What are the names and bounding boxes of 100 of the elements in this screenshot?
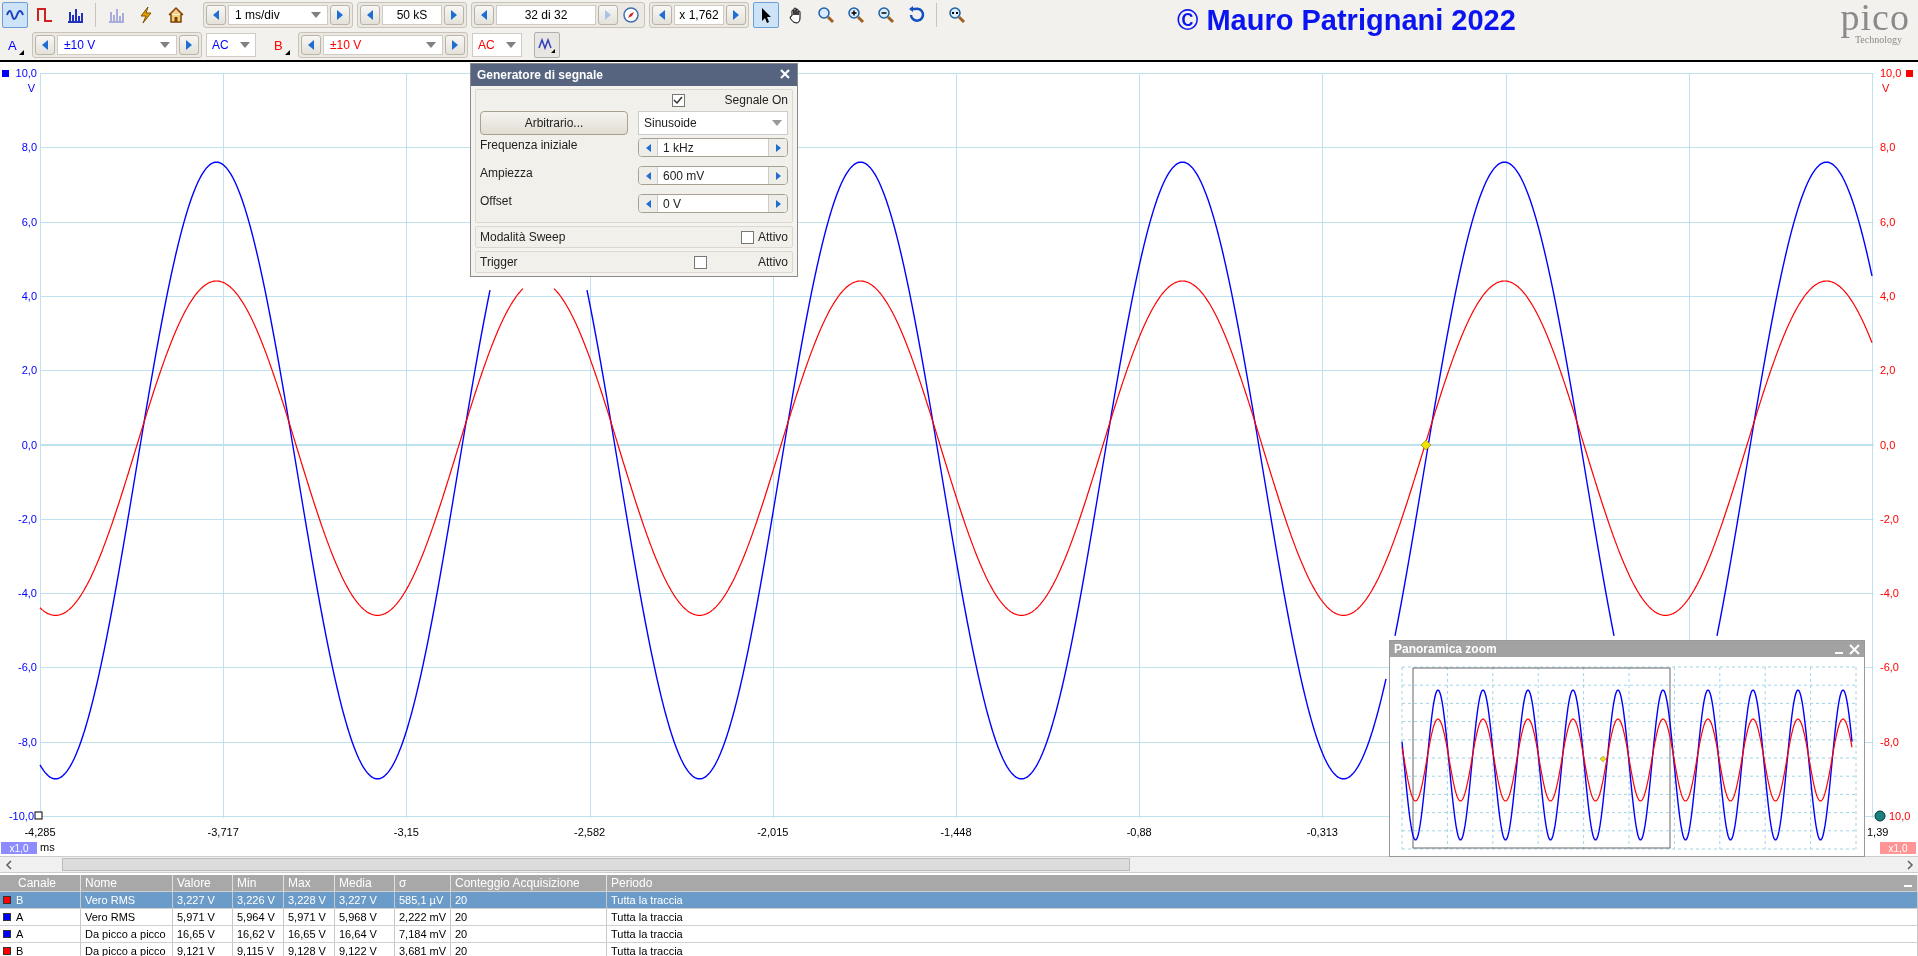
previous-button[interactable]	[301, 35, 321, 55]
value-field[interactable]: 1 ms/div	[228, 5, 328, 25]
value-field[interactable]: 32 di 32	[496, 5, 596, 25]
axis-label: -2,582	[574, 826, 606, 838]
table-cell: 9,128 V	[284, 943, 335, 956]
value-field[interactable]: 0 V	[638, 194, 788, 213]
horizontal-scrollbar[interactable]	[0, 856, 1918, 873]
compass-icon	[622, 6, 640, 24]
signal-generator-icon	[538, 36, 556, 54]
next-button[interactable]	[726, 5, 746, 25]
axis-label: -0,88	[1126, 826, 1152, 838]
caret-icon	[240, 42, 250, 48]
previous-button[interactable]	[360, 5, 380, 25]
previous-button[interactable]	[639, 195, 657, 212]
channel-button[interactable]: A	[2, 32, 28, 58]
range-dropdown[interactable]: ±10 V	[323, 35, 443, 55]
table-cell: Vero RMS	[81, 892, 173, 908]
table-cell: 3,681 mV	[395, 943, 451, 956]
copyright-text: © Mauro Patrignani 2022	[1177, 4, 1516, 37]
table-cell: 3,227 V	[173, 892, 233, 908]
axis-label: 4,0	[1880, 289, 1896, 302]
table-cell: 20	[451, 943, 607, 956]
home-icon	[167, 6, 185, 24]
checkbox[interactable]	[693, 255, 707, 269]
channel-button[interactable]: B	[268, 32, 294, 58]
section-label: Trigger	[480, 255, 518, 269]
table-cell: 20	[451, 892, 607, 908]
table-cell: 5,971 V	[173, 909, 233, 925]
close-button[interactable]	[1849, 643, 1860, 655]
coupling-dropdown[interactable]: AC	[206, 33, 256, 57]
axis-label: -8,0	[1880, 735, 1899, 748]
checkbox-label: Segnale On	[724, 93, 788, 107]
next-button[interactable]	[179, 35, 199, 55]
zoom-fit-icon	[948, 6, 966, 24]
table-cell: 16,64 V	[335, 926, 395, 942]
table-cell: B	[16, 894, 24, 906]
range-dropdown[interactable]: ±10 V	[57, 35, 177, 55]
axis-label: 8,0	[21, 141, 37, 154]
checkbox[interactable]	[671, 93, 685, 107]
previous-button[interactable]	[639, 167, 657, 184]
axis-label: 10,0	[1880, 67, 1902, 79]
previous-button[interactable]	[639, 139, 657, 156]
scrollbar-thumb[interactable]	[62, 858, 1130, 871]
table-cell: 585,1 µV	[395, 892, 451, 908]
table-cell: 16,65 V	[173, 926, 233, 942]
panel-title: Panoramica zoom	[1394, 642, 1497, 656]
view-mode-button[interactable]	[2, 2, 28, 28]
table-row[interactable]: A Da picco a picco 16,65 V 16,62 V 16,65 V 16,64 V 7,184 mV 20 Tutta la traccia	[0, 926, 1918, 943]
value-field[interactable]: 600 mV	[638, 166, 788, 185]
table-cell: 9,122 V	[335, 943, 395, 956]
next-button[interactable]	[444, 5, 464, 25]
trigger-marker-icon	[1599, 755, 1607, 763]
axis-label: -0,313	[1306, 826, 1338, 838]
axis-label: -4,0	[1880, 587, 1899, 600]
previous-button[interactable]	[652, 5, 672, 25]
table-cell: Da picco a picco	[81, 926, 173, 942]
value-field[interactable]: x 1,762	[674, 5, 724, 25]
signal-generator-button[interactable]	[534, 32, 560, 58]
caret-icon	[311, 12, 321, 18]
zoom-viewport-frame[interactable]	[1412, 667, 1671, 849]
axis-label: -2,0	[18, 512, 37, 525]
axis-label: -1,448	[940, 826, 972, 838]
waveform-dropdown[interactable]: Sinusoide	[638, 111, 788, 135]
tool-button[interactable]	[753, 2, 779, 28]
table-cell: 2,222 mV	[395, 909, 451, 925]
next-button[interactable]	[769, 195, 787, 212]
value-field[interactable]: 1 kHz	[638, 138, 788, 157]
caret-icon	[506, 42, 516, 48]
previous-button[interactable]	[206, 5, 226, 25]
trigger-marker-icon[interactable]	[1420, 439, 1432, 451]
next-button[interactable]	[769, 167, 787, 184]
close-icon	[1849, 643, 1860, 655]
next-button[interactable]	[769, 139, 787, 156]
table-cell: 16,65 V	[284, 926, 335, 942]
ruler-handle-icon[interactable]	[34, 811, 43, 820]
axis-unit: V	[27, 82, 35, 94]
axis-label: -4,285	[24, 826, 56, 838]
next-button[interactable]	[445, 35, 465, 55]
axis-label: -3,15	[393, 826, 419, 838]
table-cell: 3,227 V	[335, 892, 395, 908]
axis-label: -6,0	[1880, 661, 1899, 674]
table-row[interactable]: A Vero RMS 5,971 V 5,964 V 5,971 V 5,968 V 2,222 mV 20 Tutta la traccia	[0, 909, 1918, 926]
table-cell: 3,228 V	[284, 892, 335, 908]
ruler-handle-icon[interactable]	[1874, 810, 1886, 822]
checkbox[interactable]	[741, 230, 755, 244]
coupling-dropdown[interactable]: AC	[472, 33, 522, 57]
arbitrary-button[interactable]: Arbitrario...	[480, 111, 628, 135]
channel-marker-icon[interactable]	[2, 70, 9, 77]
axis-label: 4,0	[21, 289, 37, 302]
previous-button[interactable]	[474, 5, 494, 25]
axis-unit: ms	[40, 841, 55, 853]
value-field[interactable]: 50 kS	[382, 5, 442, 25]
next-button[interactable]	[330, 5, 350, 25]
channel-marker-icon[interactable]	[1906, 70, 1913, 77]
table-cell: A	[16, 928, 24, 940]
axis-label: 1,39	[1867, 826, 1889, 838]
axis-label: 2,0	[21, 364, 37, 377]
table-cell: 5,964 V	[233, 909, 284, 925]
previous-button[interactable]	[35, 35, 55, 55]
axis-label: -3,717	[207, 826, 239, 838]
